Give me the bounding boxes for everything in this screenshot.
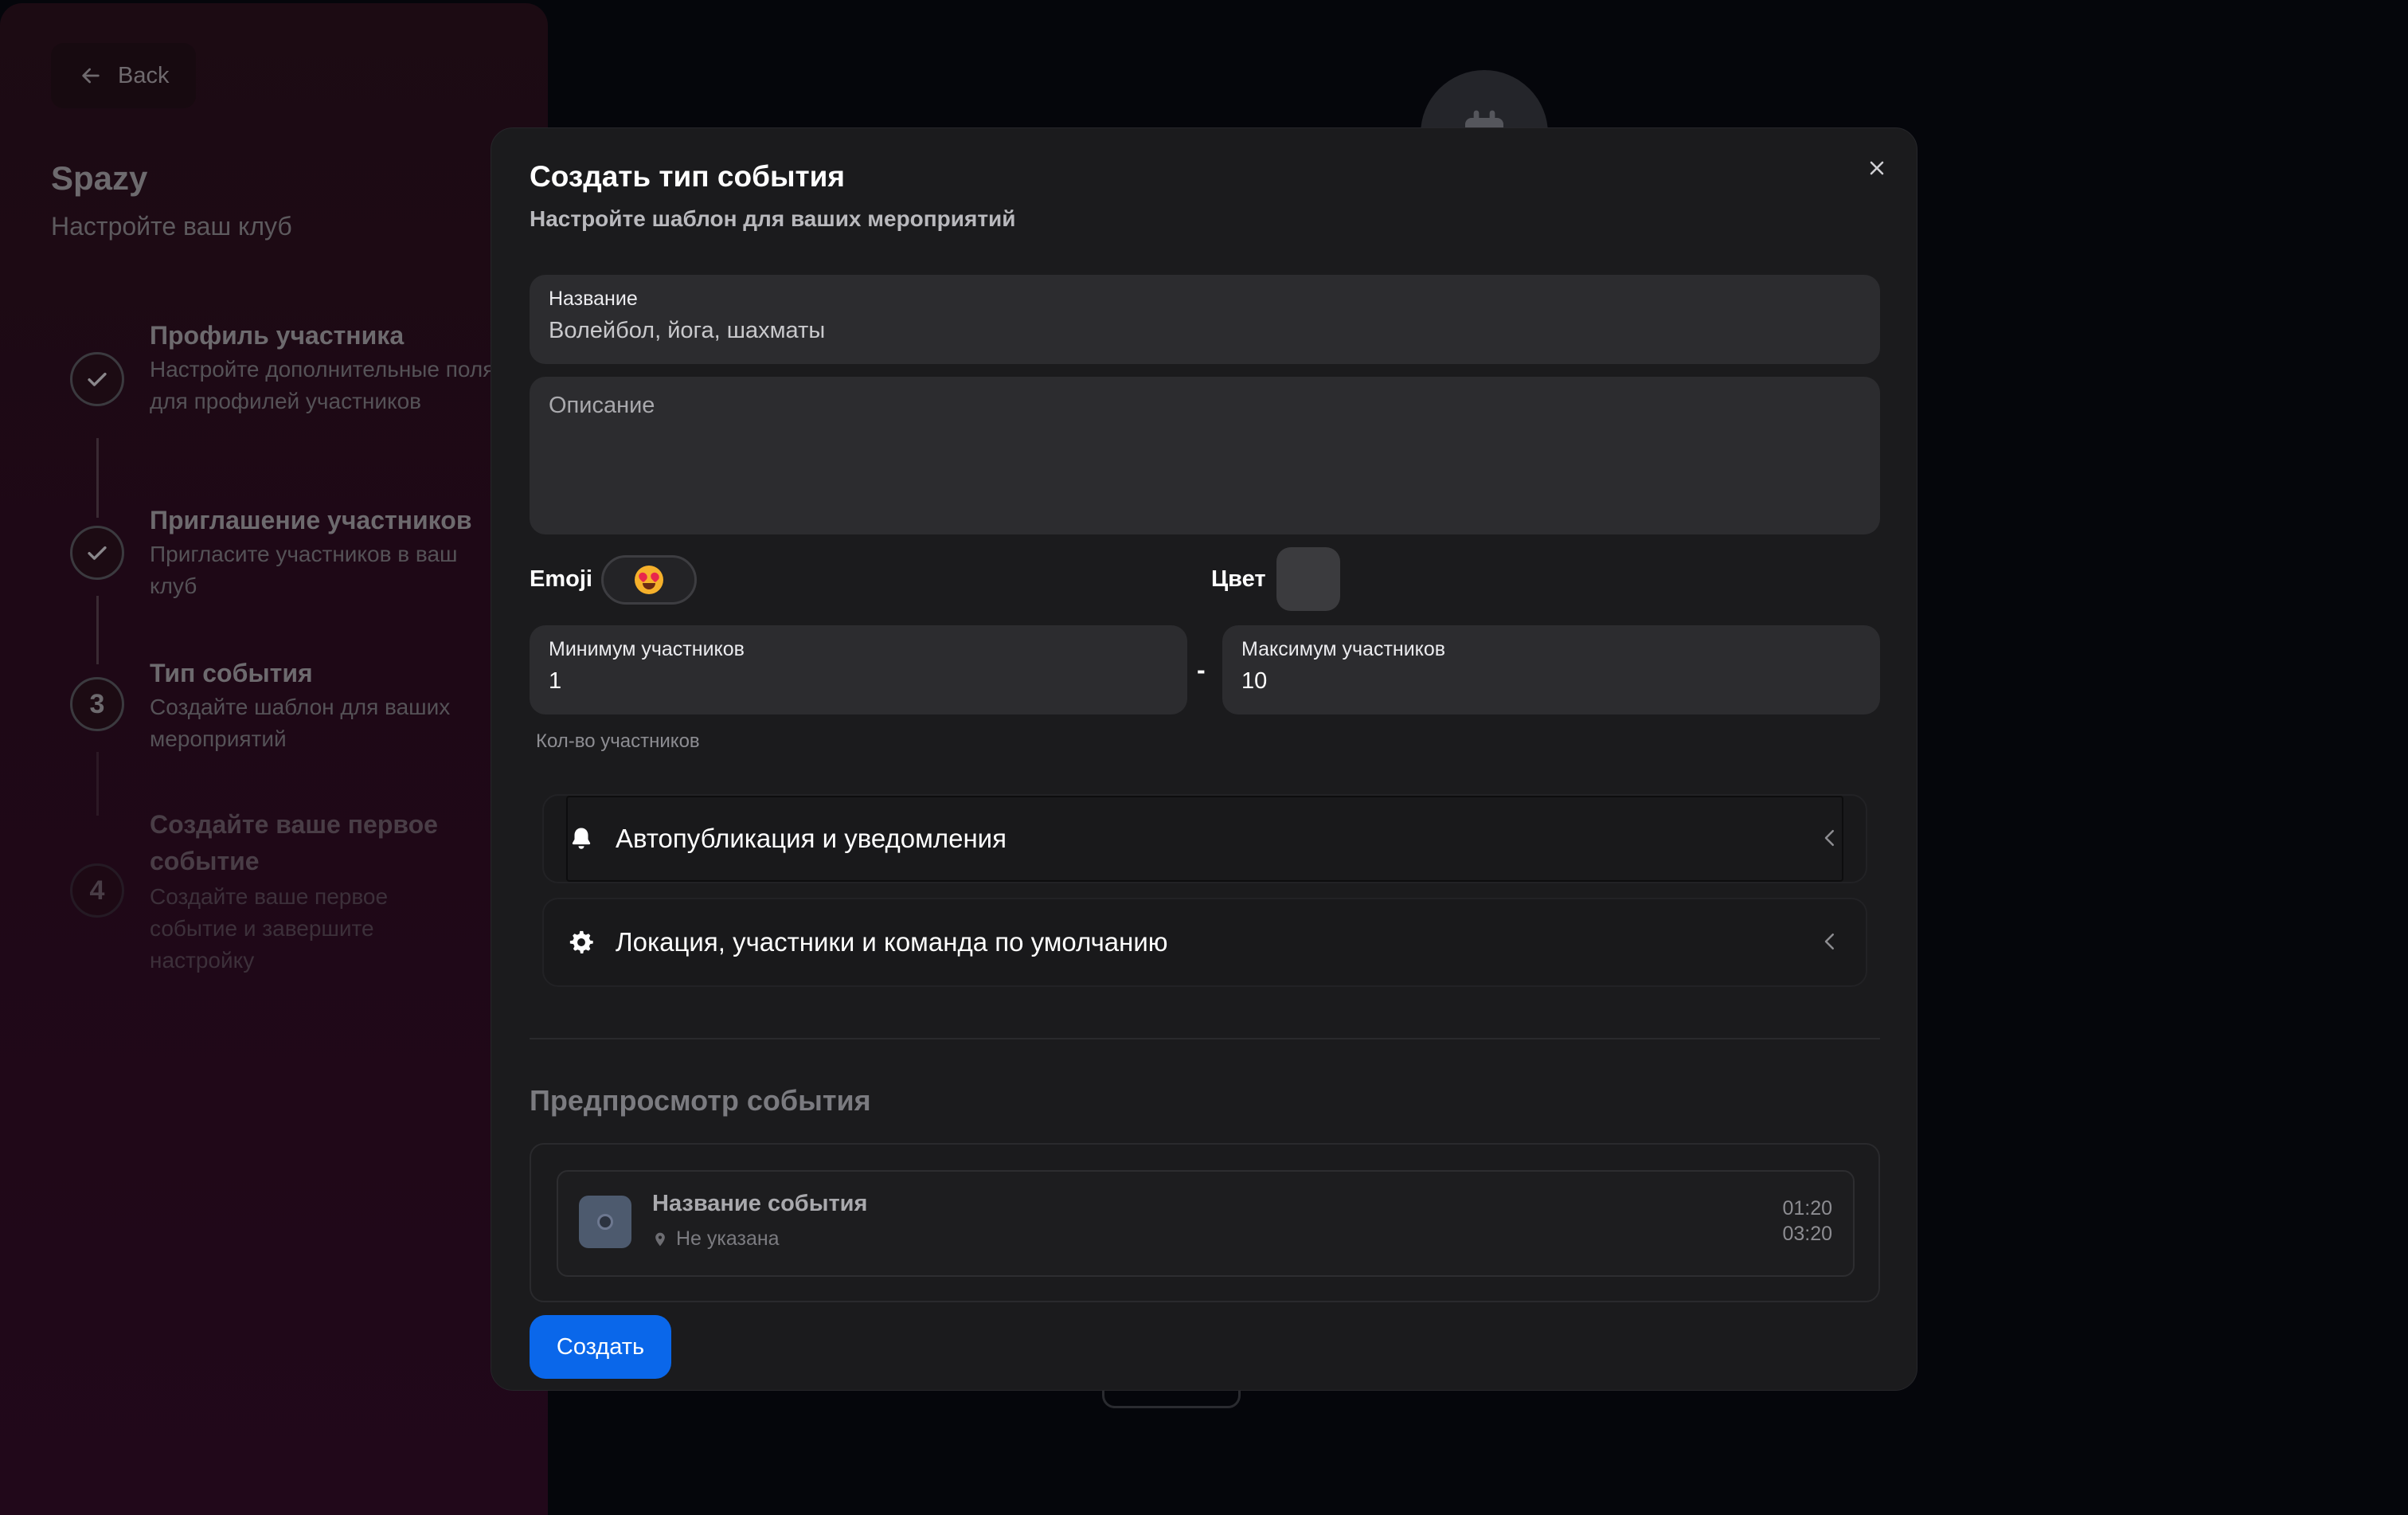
bell-icon — [572, 828, 591, 849]
location-pin-icon — [655, 1232, 665, 1246]
preview-location-text: Не указана — [676, 1227, 780, 1250]
max-participants-value: 10 — [1241, 668, 1268, 694]
emoji-picker-button[interactable] — [601, 555, 697, 605]
preview-time: 01:20 03:20 — [1782, 1196, 1832, 1247]
participants-helper-text: Кол-во участников — [536, 730, 700, 752]
step-description: Создайте ваше первое событие и завершите… — [150, 884, 389, 973]
accordion-location-participants-team[interactable]: Локация, участники и команда по умолчани… — [542, 898, 1867, 987]
step-description: Настройте дополнительные поля для профил… — [150, 357, 495, 413]
step-check-circle — [70, 352, 124, 406]
preview-start-time: 01:20 — [1782, 1197, 1832, 1219]
heart-eyes-emoji-icon — [635, 566, 663, 594]
gear-icon — [569, 930, 593, 954]
modal-subtitle: Настройте шаблон для ваших мероприятий — [530, 206, 1016, 231]
chevron-left-icon — [1824, 934, 1834, 949]
create-button[interactable]: Создать — [530, 1315, 671, 1379]
name-field-label: Название — [549, 288, 638, 310]
club-subtitle: Настройте ваш клуб — [51, 212, 292, 241]
section-divider — [530, 1038, 1880, 1039]
step-connector — [96, 752, 99, 816]
range-separator: - — [1197, 656, 1206, 684]
step-title: Приглашение участников — [150, 506, 472, 534]
step-title: Тип события — [150, 659, 313, 687]
back-button[interactable]: Back — [51, 43, 196, 108]
step-title: Создайте ваше первое событие — [150, 810, 438, 875]
emoji-label: Emoji — [530, 566, 592, 592]
description-field[interactable]: Описание — [530, 377, 1880, 534]
description-placeholder: Описание — [549, 393, 655, 418]
accordion-label: Локация, участники и команда по умолчани… — [616, 927, 1168, 957]
min-participants-value: 1 — [549, 668, 562, 694]
close-button[interactable] — [1859, 151, 1894, 186]
close-icon — [1870, 161, 1884, 175]
step-number-circle: 4 — [70, 863, 124, 918]
max-participants-field[interactable]: Максимум участников 10 — [1222, 625, 1880, 714]
arrow-left-icon — [82, 68, 100, 84]
step-number-circle: 3 — [70, 677, 124, 731]
step-connector — [96, 596, 99, 664]
chevron-left-icon — [1824, 830, 1834, 846]
modal-title: Создать тип события — [530, 160, 846, 193]
create-event-type-modal: Создать тип события Настройте шаблон для… — [491, 127, 1917, 1391]
check-icon — [88, 372, 107, 386]
event-avatar — [579, 1196, 631, 1248]
emoji-placeholder-icon — [597, 1214, 613, 1230]
preview-title: Предпросмотр события — [530, 1084, 871, 1117]
step-description: Создайте шаблон для ваших мероприятий — [150, 695, 451, 751]
preview-location: Не указана — [652, 1227, 780, 1251]
accordion-label: Автопубликация и уведомления — [616, 824, 1007, 853]
check-icon — [88, 546, 107, 560]
step-title: Профиль участника — [150, 321, 405, 350]
step-check-circle — [70, 526, 124, 580]
preview-event-name: Название события — [652, 1191, 868, 1216]
accordion-autopublish-notifications[interactable]: Автопубликация и уведомления — [542, 794, 1867, 883]
onboarding-sidebar: Back Spazy Настройте ваш клуб Профиль уч… — [0, 3, 548, 1515]
club-name: Spazy — [51, 159, 148, 197]
max-participants-label: Максимум участников — [1241, 638, 1446, 660]
back-label: Back — [118, 62, 170, 88]
event-preview-container: Название события Не указана 01:20 03:20 — [530, 1143, 1880, 1302]
color-picker-swatch[interactable] — [1276, 547, 1340, 611]
step-connector — [96, 438, 99, 518]
step-description: Пригласите участников в ваш клуб — [150, 542, 458, 598]
color-label: Цвет — [1211, 566, 1266, 592]
name-field[interactable]: Название Волейбол, йога, шахматы — [530, 275, 1880, 364]
min-participants-label: Минимум участников — [549, 638, 745, 660]
name-field-placeholder: Волейбол, йога, шахматы — [549, 318, 826, 343]
event-preview-card: Название события Не указана 01:20 03:20 — [557, 1170, 1855, 1277]
min-participants-field[interactable]: Минимум участников 1 — [530, 625, 1187, 714]
preview-end-time: 03:20 — [1782, 1223, 1832, 1245]
